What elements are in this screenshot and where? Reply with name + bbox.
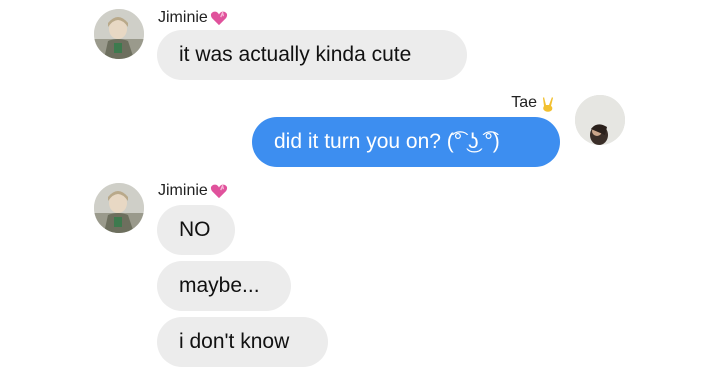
message-bubble[interactable]: i don't know: [157, 317, 328, 367]
avatar-jiminie[interactable]: [94, 183, 144, 233]
message-text: it was actually kinda cute: [179, 43, 412, 66]
avatar-jiminie-image: [94, 183, 144, 233]
avatar-tae-image: [575, 95, 625, 145]
message-text: did it turn you on? (͡° ͜ʖ ͡°): [274, 130, 500, 153]
message-bubble[interactable]: did it turn you on? (͡° ͜ʖ ͡°): [252, 117, 560, 167]
avatar-jiminie-image: [94, 9, 144, 59]
avatar-tae[interactable]: [575, 95, 625, 145]
sender-name-label: Jiminie: [158, 182, 208, 199]
sender-name-tae: Tae: [511, 94, 557, 112]
avatar-jiminie[interactable]: [94, 9, 144, 59]
sender-name-label: Jiminie: [158, 9, 208, 26]
message-bubble[interactable]: maybe...: [157, 261, 291, 311]
message-bubble[interactable]: it was actually kinda cute: [157, 30, 467, 80]
message-text: i don't know: [179, 330, 290, 353]
message-text: NO: [179, 218, 211, 241]
message-bubble[interactable]: NO: [157, 205, 235, 255]
sender-name-jiminie: Jiminie: [158, 9, 228, 27]
pink-heart-icon: [210, 10, 228, 26]
chat-thread: Jiminie it was actually kinda cute Tae d…: [0, 0, 719, 370]
sender-name-label: Tae: [511, 94, 537, 111]
sender-name-jiminie: Jiminie: [158, 182, 228, 200]
victory-hand-icon: [539, 95, 557, 112]
message-text: maybe...: [179, 274, 260, 297]
pink-heart-icon: [210, 183, 228, 199]
